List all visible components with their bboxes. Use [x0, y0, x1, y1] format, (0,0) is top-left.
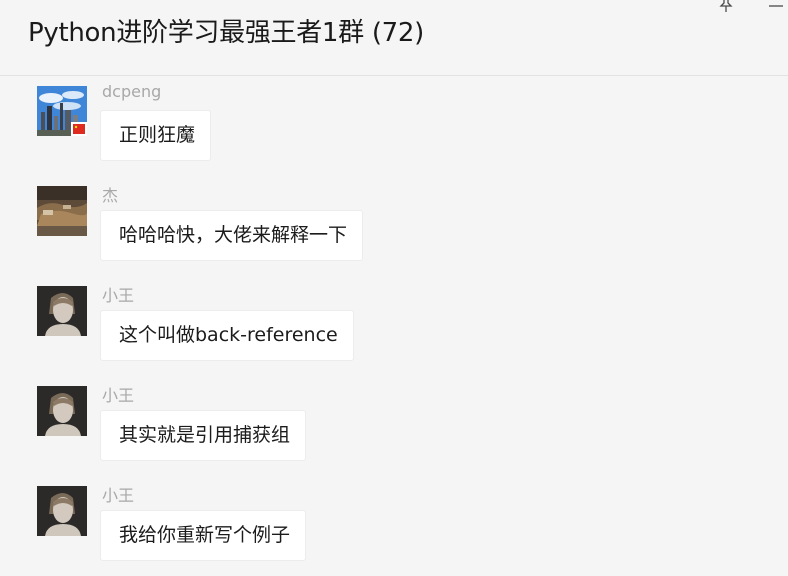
message-bubble[interactable]: 我给你重新写个例子	[100, 510, 307, 561]
chat-title: Python进阶学习最强王者1群 (72)	[28, 18, 425, 48]
minimize-icon[interactable]	[765, 0, 785, 14]
message-bubble[interactable]: 其实就是引用捕获组	[100, 410, 307, 461]
portrait-photo-avatar[interactable]	[37, 386, 87, 436]
message-item: 小王 我给你重新写个例子	[0, 486, 788, 576]
message-bubble[interactable]: 这个叫做back-reference	[100, 310, 354, 361]
sender-name: 小王	[102, 386, 135, 405]
message-item: 小王 这个叫做back-reference	[0, 286, 788, 376]
message-bubble[interactable]: 哈哈哈快，大佬来解释一下	[100, 210, 364, 261]
message-bubble[interactable]: 正则狂魔	[100, 110, 212, 161]
portrait-photo-avatar[interactable]	[37, 486, 87, 536]
message-item: dcpeng 正则狂魔	[0, 82, 788, 176]
portrait-photo-avatar[interactable]	[37, 286, 87, 336]
sender-name: 杰	[102, 186, 119, 205]
sender-name: 小王	[102, 486, 135, 505]
sender-name: 小王	[102, 286, 135, 305]
message-item: 杰 哈哈哈快，大佬来解释一下	[0, 186, 788, 276]
city-skyline-avatar[interactable]	[37, 86, 87, 136]
chat-header: Python进阶学习最强王者1群 (72)	[0, 0, 788, 76]
landscape-photo-avatar[interactable]	[37, 186, 87, 236]
message-item: 小王 其实就是引用捕获组	[0, 386, 788, 476]
pin-icon[interactable]	[716, 0, 736, 14]
sender-name: dcpeng	[102, 82, 162, 101]
